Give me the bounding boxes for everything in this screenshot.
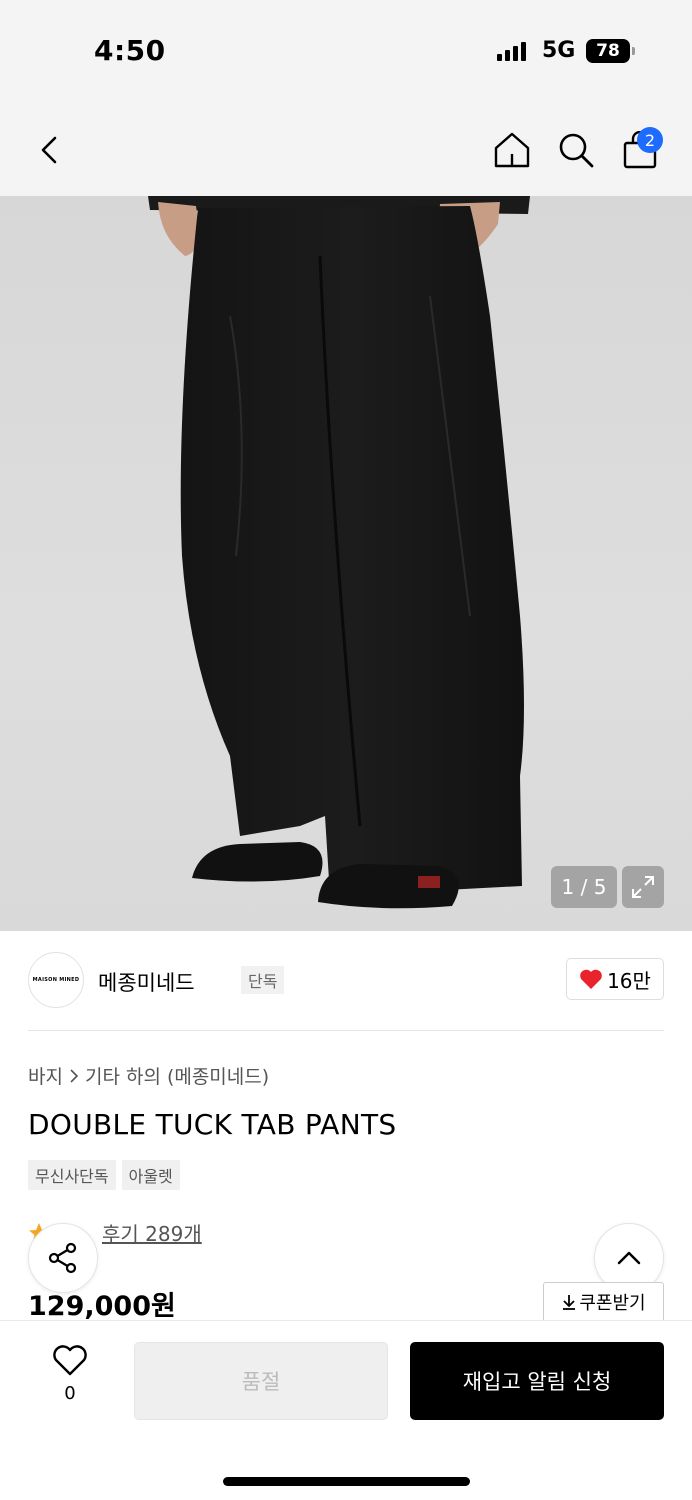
review-count-link[interactable]: 후기 289개 bbox=[102, 1218, 202, 1247]
search-button[interactable] bbox=[554, 128, 598, 172]
brand-logo[interactable]: MAISON MINED bbox=[28, 952, 84, 1008]
product-price: 129,000원 bbox=[28, 1291, 176, 1322]
battery-level: 78 bbox=[596, 41, 620, 61]
breadcrumb-brand[interactable]: (메종미네드) bbox=[167, 1062, 269, 1089]
expand-icon bbox=[632, 876, 654, 898]
cart-count-badge: 2 bbox=[637, 127, 663, 153]
share-icon bbox=[48, 1242, 77, 1274]
battery-icon: 78 bbox=[586, 39, 630, 63]
download-icon bbox=[563, 1295, 576, 1310]
wishlist-button[interactable]: 0 bbox=[40, 1345, 100, 1415]
brand-name-link[interactable]: 메종미네드 bbox=[98, 967, 195, 997]
heart-filled-icon bbox=[580, 969, 602, 989]
brand-row: MAISON MINED 메종미네드 단독 16만 bbox=[28, 952, 664, 1010]
status-bar: 4:50 5G 78 bbox=[0, 0, 692, 100]
expand-image-button[interactable] bbox=[622, 866, 664, 908]
coupon-download-button[interactable]: 쿠폰받기 bbox=[543, 1282, 664, 1322]
home-icon bbox=[494, 132, 530, 168]
product-photo bbox=[148, 196, 530, 909]
soldout-button: 품절 bbox=[134, 1342, 388, 1420]
network-label: 5G bbox=[542, 38, 576, 63]
restock-alert-button[interactable]: 재입고 알림 신청 bbox=[410, 1342, 664, 1420]
battery-tip bbox=[632, 47, 635, 55]
brand-logo-text: MAISON MINED bbox=[32, 977, 80, 983]
signal-icon bbox=[497, 41, 526, 61]
image-counter: 1 / 5 bbox=[551, 866, 617, 908]
status-time: 4:50 bbox=[94, 34, 166, 67]
product-title: DOUBLE TUCK TAB PANTS bbox=[28, 1108, 397, 1141]
top-navigation bbox=[0, 100, 692, 196]
back-button[interactable] bbox=[28, 128, 72, 172]
bottom-action-bar: 0 품절 재입고 알림 신청 bbox=[0, 1320, 692, 1500]
chevron-up-icon bbox=[617, 1251, 641, 1265]
home-indicator bbox=[223, 1477, 470, 1486]
home-button[interactable] bbox=[490, 128, 534, 172]
product-tag: 아울렛 bbox=[121, 1160, 180, 1190]
wishlist-count: 0 bbox=[64, 1383, 76, 1404]
breadcrumb-category[interactable]: 바지 bbox=[28, 1062, 63, 1089]
product-tags: 무신사단독 아울렛 bbox=[28, 1160, 180, 1190]
search-icon bbox=[559, 133, 594, 168]
breadcrumb-subcategory[interactable]: 기타 하의 bbox=[85, 1062, 161, 1089]
divider bbox=[28, 1030, 664, 1031]
chevron-right-icon bbox=[70, 1068, 79, 1083]
share-button[interactable] bbox=[28, 1223, 98, 1293]
product-image[interactable] bbox=[0, 196, 692, 931]
chevron-left-icon bbox=[41, 136, 57, 164]
coupon-label: 쿠폰받기 bbox=[579, 1293, 646, 1314]
exclusive-tag: 단독 bbox=[241, 966, 285, 994]
brand-like-count: 16만 bbox=[607, 968, 651, 993]
brand-like-button[interactable]: 16만 bbox=[566, 958, 664, 1000]
breadcrumb: 바지 기타 하의 (메종미네드) bbox=[28, 1062, 269, 1089]
heart-outline-icon bbox=[53, 1345, 87, 1376]
product-tag: 무신사단독 bbox=[28, 1160, 116, 1190]
